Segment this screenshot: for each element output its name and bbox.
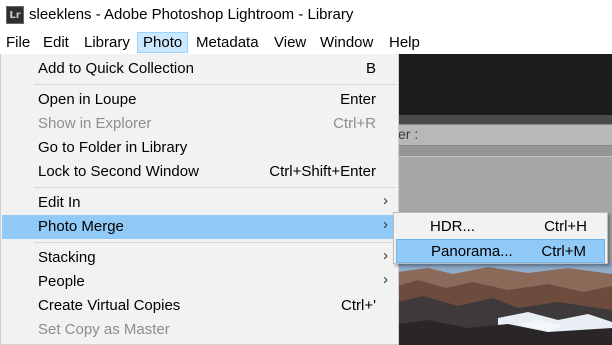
- menu-metadata[interactable]: Metadata: [190, 32, 265, 53]
- menu-item-create-virtual-copies[interactable]: Create Virtual Copies Ctrl+': [2, 294, 398, 318]
- menu-item-label: Open in Loupe: [38, 91, 137, 108]
- menu-item-shortcut: B: [365, 60, 376, 77]
- menu-item-shortcut: Enter: [340, 91, 376, 108]
- library-filter-label: er :: [398, 126, 419, 142]
- menu-item-show-in-explorer[interactable]: Show in Explorer Ctrl+R: [2, 112, 398, 136]
- menu-item-shortcut: Ctrl+R: [333, 115, 376, 132]
- photo-thumbnail[interactable]: [398, 262, 612, 345]
- submenu-item-shortcut: Ctrl+M: [541, 243, 586, 260]
- menu-item-stacking[interactable]: Stacking ›: [2, 246, 398, 270]
- menu-item-set-copy-as-master[interactable]: Set Copy as Master: [2, 318, 398, 342]
- title-bar: Lr sleeklens - Adobe Photoshop Lightroom…: [0, 0, 612, 30]
- menu-item-label: Add to Quick Collection: [38, 60, 194, 77]
- menu-item-lock-to-second-window[interactable]: Lock to Second Window Ctrl+Shift+Enter: [2, 160, 398, 184]
- library-filter-bar[interactable]: [398, 124, 612, 146]
- menu-edit[interactable]: Edit: [37, 32, 75, 53]
- menu-view[interactable]: View: [268, 32, 312, 53]
- menu-library[interactable]: Library: [78, 32, 136, 53]
- menu-separator: [34, 84, 396, 85]
- menu-bar: File Edit Library Photo Metadata View Wi…: [0, 30, 612, 54]
- menu-item-label: Photo Merge: [38, 218, 124, 235]
- menu-item-open-in-loupe[interactable]: Open in Loupe Enter: [2, 88, 398, 112]
- menu-item-label: Stacking: [38, 249, 96, 266]
- menu-separator: [34, 242, 396, 243]
- submenu-item-label: Panorama...: [431, 243, 513, 260]
- photo-merge-submenu: HDR... Ctrl+H Panorama... Ctrl+M: [393, 212, 608, 264]
- menu-item-people[interactable]: People ›: [2, 270, 398, 294]
- submenu-item-hdr[interactable]: HDR... Ctrl+H: [396, 215, 605, 239]
- menu-item-shortcut: Ctrl+': [341, 297, 376, 314]
- menu-item-photo-merge[interactable]: Photo Merge ›: [2, 215, 398, 239]
- menu-item-shortcut: Ctrl+Shift+Enter: [269, 163, 376, 180]
- menu-item-label: Go to Folder in Library: [38, 139, 188, 156]
- submenu-arrow-icon: ›: [383, 192, 388, 209]
- menu-separator: [34, 187, 396, 188]
- photo-menu: Add to Quick Collection B Open in Loupe …: [0, 54, 399, 345]
- menu-item-label: Create Virtual Copies: [38, 297, 181, 314]
- menu-item-label: People: [38, 273, 85, 290]
- menu-item-label: Set Copy as Master: [38, 321, 170, 338]
- menu-item-label: Show in Explorer: [38, 115, 152, 132]
- menu-item-label: Edit In: [38, 194, 81, 211]
- menu-file[interactable]: File: [0, 32, 36, 53]
- menu-help[interactable]: Help: [383, 32, 426, 53]
- menu-photo[interactable]: Photo: [137, 32, 189, 53]
- submenu-item-panorama[interactable]: Panorama... Ctrl+M: [396, 239, 605, 263]
- menu-item-label: Lock to Second Window: [38, 163, 199, 180]
- menu-item-add-to-quick-collection[interactable]: Add to Quick Collection B: [2, 57, 398, 81]
- submenu-item-shortcut: Ctrl+H: [544, 218, 587, 235]
- lightroom-app-icon: Lr: [6, 6, 24, 24]
- submenu-item-label: HDR...: [430, 218, 475, 235]
- submenu-arrow-icon: ›: [383, 216, 388, 233]
- menu-item-go-to-folder-in-library[interactable]: Go to Folder in Library: [2, 136, 398, 160]
- menu-window[interactable]: Window: [314, 32, 379, 53]
- submenu-arrow-icon: ›: [383, 247, 388, 264]
- menu-item-edit-in[interactable]: Edit In ›: [2, 191, 398, 215]
- window-title: sleeklens - Adobe Photoshop Lightroom - …: [29, 6, 354, 23]
- submenu-arrow-icon: ›: [383, 271, 388, 288]
